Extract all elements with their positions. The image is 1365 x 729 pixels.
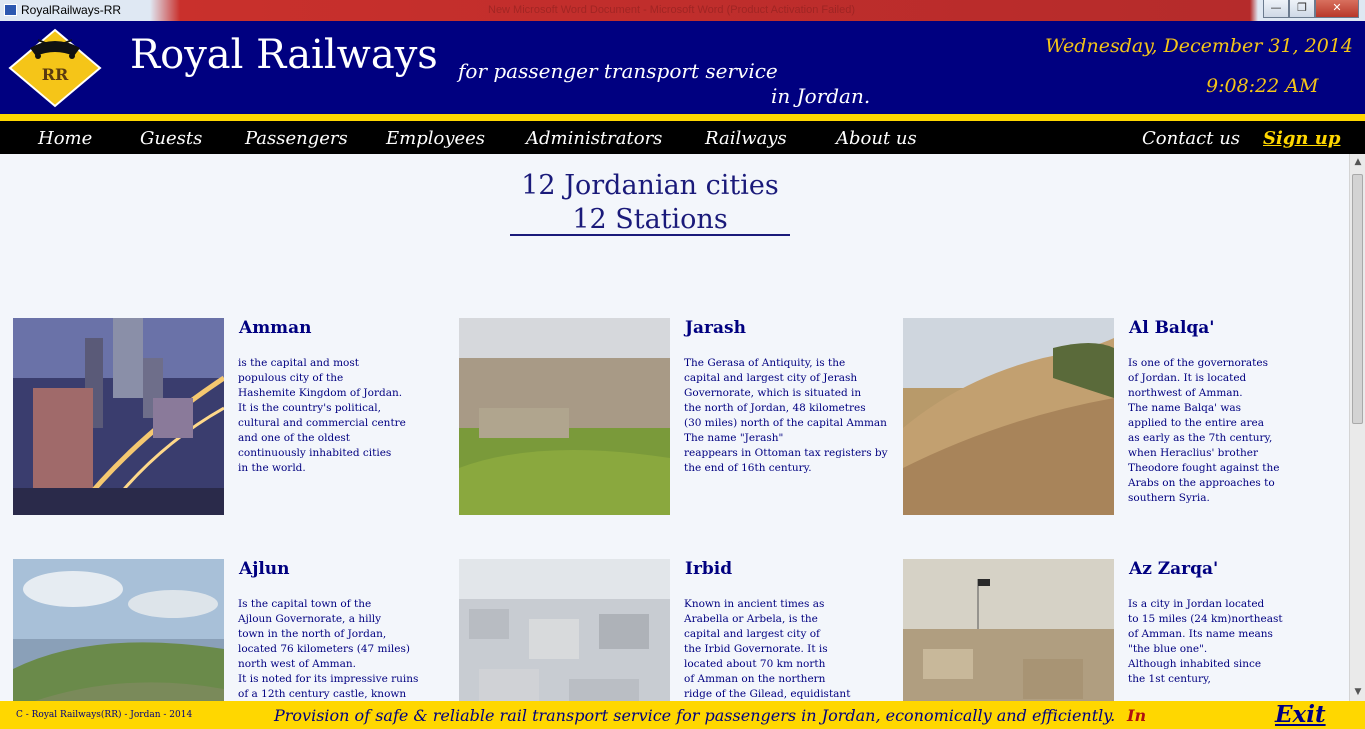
city-description-ajlun: Is the capital town of the Ajloun Govern… (238, 598, 419, 700)
city-card-amman: Amman is the capital and most populous c… (13, 318, 453, 518)
nav-home[interactable]: Home (38, 128, 92, 149)
city-card-az-zarqa: Az Zarqa' Is a city in Jordan located to… (903, 559, 1343, 701)
nav-guests[interactable]: Guests (140, 128, 202, 149)
page-heading: 12 Jordanian cities 12 Stations (510, 169, 790, 237)
scroll-down-arrow-icon[interactable]: ▼ (1350, 684, 1365, 701)
heading-underline (510, 234, 790, 236)
window-controls: — ❐ ✕ (1263, 0, 1359, 18)
city-description-al-balqa: Is one of the governorates of Jordan. It… (1128, 357, 1280, 504)
window-titlebar: RoyalRailways-RR New Microsoft Word Docu… (0, 0, 1365, 21)
vertical-scrollbar[interactable]: ▲ ▼ (1349, 154, 1365, 701)
irbid-photo (459, 559, 670, 701)
window-title: RoyalRailways-RR (21, 3, 122, 17)
city-name-ajlun: Ajlun (239, 559, 290, 579)
city-name-az-zarqa: Az Zarqa' (1129, 559, 1219, 579)
al-balqa-photo (903, 318, 1114, 515)
nav-administrators[interactable]: Administrators (526, 128, 662, 149)
nav-about-us[interactable]: About us (836, 128, 917, 149)
city-description-irbid: Known in ancient times as Arabella or Ar… (684, 598, 851, 700)
nav-railways[interactable]: Railways (705, 128, 787, 149)
jarash-photo (459, 318, 670, 515)
scroll-thumb[interactable] (1352, 174, 1363, 424)
close-button[interactable]: ✕ (1315, 0, 1359, 18)
copyright-text: C - Royal Railways(RR) - Jordan - 2014 (16, 710, 193, 720)
maximize-button[interactable]: ❐ (1289, 0, 1315, 18)
nav-employees[interactable]: Employees (386, 128, 485, 149)
royal-railways-logo: RR (8, 28, 102, 108)
city-card-jarash: Jarash The Gerasa of Antiquity, is the c… (459, 318, 899, 518)
tagline-line2: in Jordan. (771, 84, 871, 108)
ajlun-photo (13, 559, 224, 701)
main-nav: Home Guests Passengers Employees Adminis… (0, 121, 1365, 154)
current-time: 9:08:22 AM (1206, 75, 1319, 97)
main-content: 12 Jordanian cities 12 Stations Amman is… (0, 154, 1349, 701)
brand-name: Royal Railways (130, 32, 438, 78)
mission-statement: Provision of safe & reliable rail transp… (274, 706, 1116, 725)
scroll-up-arrow-icon[interactable]: ▲ (1350, 154, 1365, 171)
minimize-button[interactable]: — (1263, 0, 1289, 18)
sign-up-link[interactable]: Sign up (1263, 128, 1340, 149)
nav-contact-us[interactable]: Contact us (1142, 128, 1240, 149)
tagline-line1: for passenger transport service (458, 59, 778, 83)
city-name-al-balqa: Al Balqa' (1129, 318, 1215, 338)
city-description-az-zarqa: Is a city in Jordan located to 15 miles … (1128, 598, 1283, 685)
city-name-jarash: Jarash (685, 318, 746, 338)
login-status-label: In (1127, 706, 1147, 725)
heading-line1: 12 Jordanian cities (521, 170, 779, 201)
exit-button[interactable]: Exit (1275, 701, 1326, 728)
site-footer: C - Royal Railways(RR) - Jordan - 2014 P… (0, 701, 1365, 729)
amman-photo (13, 318, 224, 515)
city-card-irbid: Irbid Known in ancient times as Arabella… (459, 559, 899, 701)
city-card-al-balqa: Al Balqa' Is one of the governorates of … (903, 318, 1343, 518)
city-name-amman: Amman (239, 318, 312, 338)
header-divider (0, 114, 1365, 121)
nav-passengers[interactable]: Passengers (245, 128, 348, 149)
city-name-irbid: Irbid (685, 559, 733, 579)
background-window-title: New Microsoft Word Document - Microsoft … (488, 4, 855, 16)
logo-text: RR (42, 65, 69, 84)
current-date: Wednesday, December 31, 2014 (1045, 35, 1353, 57)
city-description-amman: is the capital and most populous city of… (238, 357, 406, 474)
city-description-jarash: The Gerasa of Antiquity, is the capital … (684, 357, 888, 474)
heading-line2: 12 Stations (572, 204, 728, 235)
az-zarqa-photo (903, 559, 1114, 701)
site-header: RR Royal Railways for passenger transpor… (0, 21, 1365, 114)
app-icon (4, 4, 17, 16)
city-card-ajlun: Ajlun Is the capital town of the Ajloun … (13, 559, 453, 701)
